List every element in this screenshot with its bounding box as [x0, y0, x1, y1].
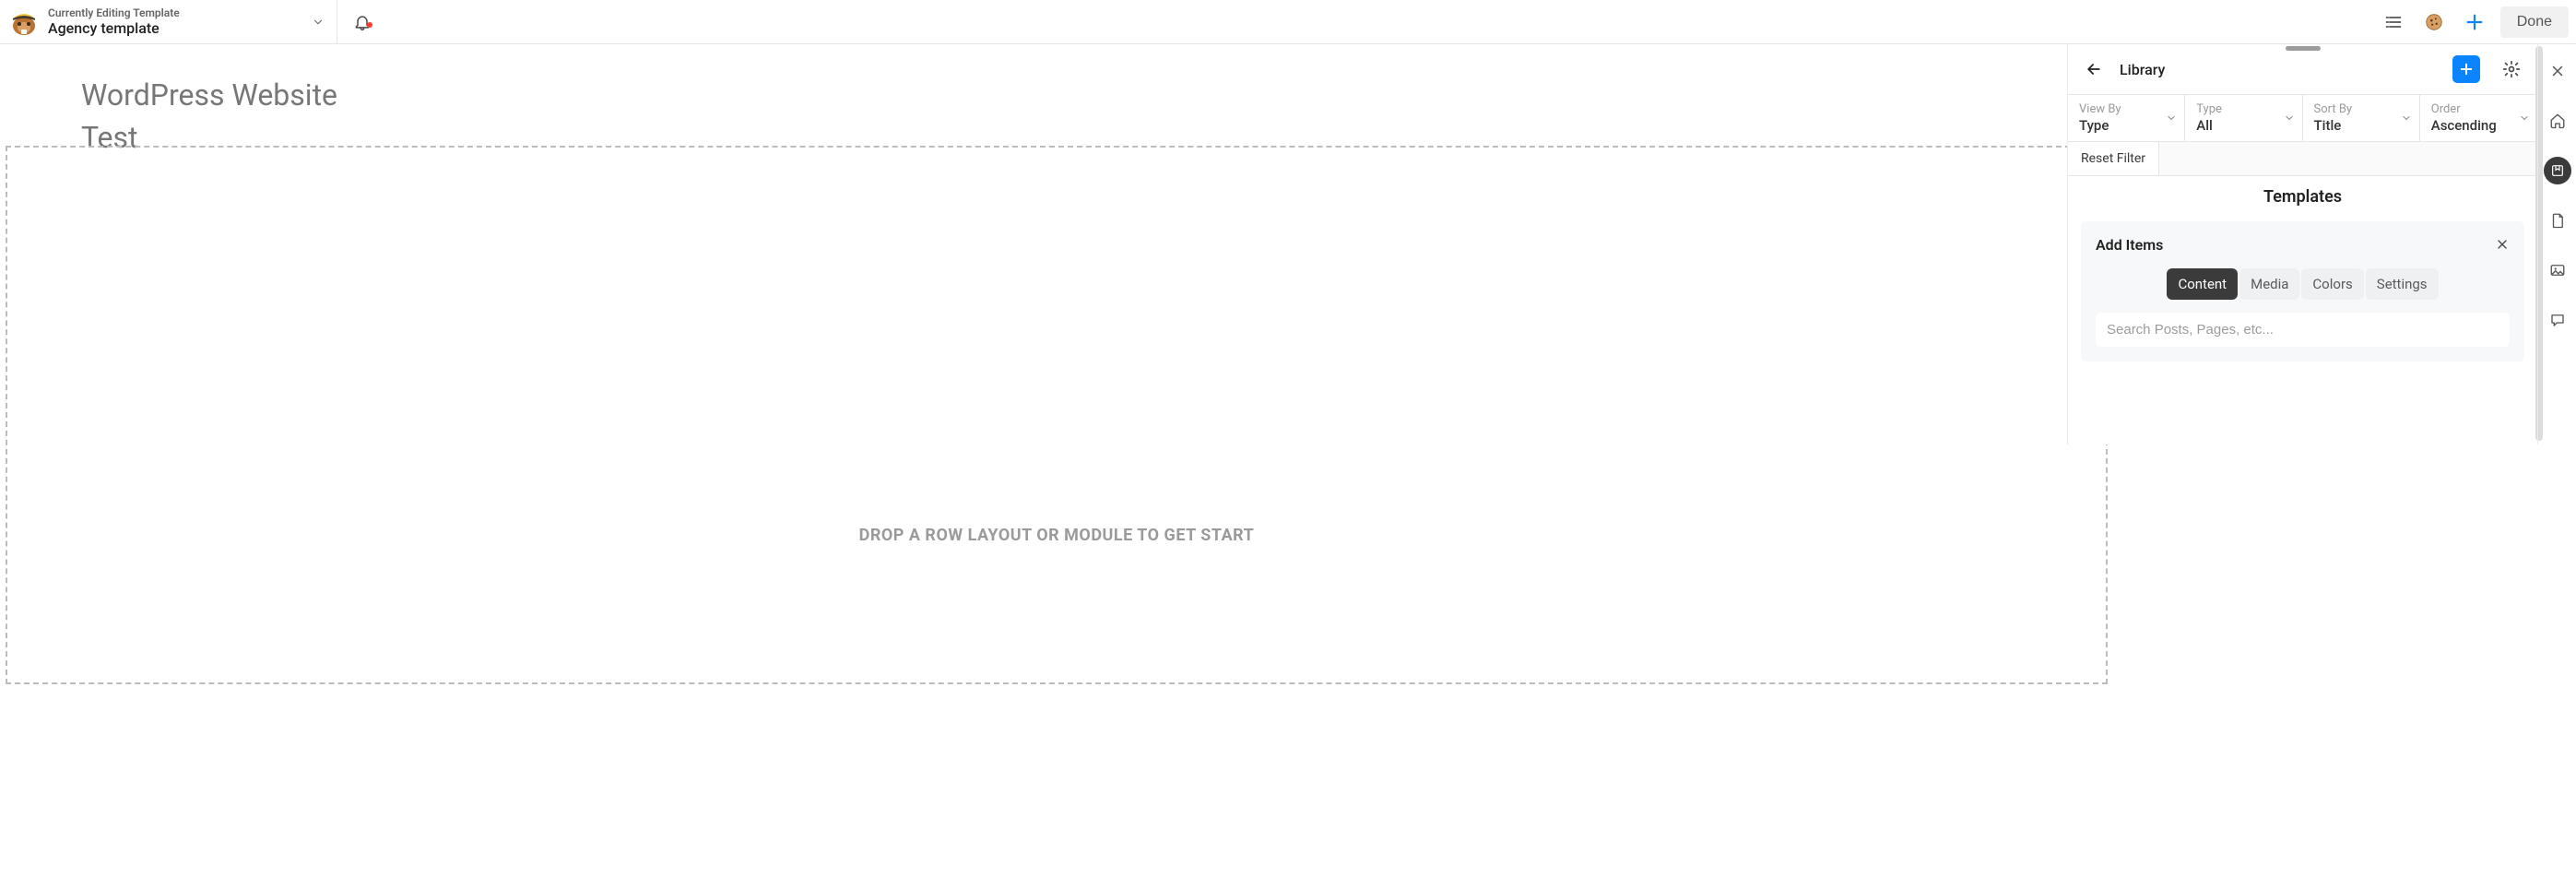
drop-zone-text: DROP A ROW LAYOUT OR MODULE TO GET START	[859, 286, 1255, 545]
filter-value: Type	[2079, 117, 2173, 134]
chevron-down-icon	[2519, 113, 2530, 124]
template-info[interactable]: Currently Editing Template Agency templa…	[48, 6, 180, 38]
chevron-down-icon	[2166, 113, 2177, 124]
filter-label: View By	[2079, 102, 2173, 117]
add-items-tabs: Content Media Colors Settings	[2096, 268, 2510, 300]
filter-value: All	[2196, 117, 2290, 134]
close-icon	[2549, 63, 2566, 79]
library-title: Library	[2120, 61, 2440, 78]
tab-media[interactable]: Media	[2239, 268, 2299, 300]
library-header: Library	[2068, 44, 2537, 94]
filter-value: Title	[2314, 117, 2408, 134]
top-bar-right: Done	[2379, 6, 2576, 38]
done-button[interactable]: Done	[2500, 6, 2569, 38]
close-panel-button[interactable]	[2544, 57, 2571, 85]
beaver-logo[interactable]	[7, 6, 41, 39]
library-settings-button[interactable]	[2499, 56, 2524, 82]
editing-template-label: Currently Editing Template	[48, 6, 180, 19]
add-items-search-input[interactable]	[2096, 313, 2510, 347]
nav-library[interactable]	[2544, 157, 2571, 184]
add-items-close-button[interactable]	[2495, 237, 2510, 252]
add-items-title: Add Items	[2096, 236, 2163, 254]
filter-order[interactable]: Order Ascending	[2420, 95, 2537, 141]
reset-row: Reset Filter	[2068, 142, 2537, 176]
comment-icon	[2549, 312, 2566, 328]
plus-icon	[2464, 12, 2485, 32]
drop-zone[interactable]: DROP A ROW LAYOUT OR MODULE TO GET START	[6, 146, 2108, 684]
gear-icon	[2502, 60, 2521, 78]
main-area: WordPress Website Test DROP A ROW LAYOUT…	[0, 44, 2576, 444]
nav-comments[interactable]	[2544, 306, 2571, 334]
top-bar: Currently Editing Template Agency templa…	[0, 0, 2576, 44]
chevron-down-icon	[2401, 113, 2412, 124]
templates-section: Templates Add Items Content Media Colors…	[2068, 176, 2537, 444]
add-content-button[interactable]	[2460, 7, 2489, 37]
home-icon	[2549, 113, 2566, 129]
filter-type[interactable]: Type All	[2185, 95, 2302, 141]
add-items-card: Add Items Content Media Colors Settings	[2081, 221, 2524, 362]
nav-document[interactable]	[2544, 207, 2571, 234]
cookie-icon	[2424, 12, 2444, 32]
filter-view-by[interactable]: View By Type	[2068, 95, 2185, 141]
right-nav	[2537, 44, 2576, 444]
notifications-button[interactable]	[337, 13, 387, 31]
reset-filter-button[interactable]: Reset Filter	[2068, 142, 2159, 175]
library-add-button[interactable]	[2452, 55, 2480, 83]
outline-icon	[2384, 13, 2403, 31]
image-icon	[2549, 262, 2566, 279]
add-items-header: Add Items	[2096, 236, 2510, 254]
library-back-button[interactable]	[2081, 56, 2107, 82]
tab-colors[interactable]: Colors	[2301, 268, 2363, 300]
filter-label: Type	[2196, 102, 2290, 117]
tab-content[interactable]: Content	[2167, 268, 2238, 300]
nav-media[interactable]	[2544, 256, 2571, 284]
bookmark-box-icon	[2550, 163, 2565, 178]
template-dropdown-toggle[interactable]	[300, 16, 337, 29]
filter-value: Ascending	[2431, 117, 2526, 134]
library-panel: Library View By Type Type All Sort By Ti…	[2067, 44, 2537, 444]
templates-heading: Templates	[2081, 187, 2524, 207]
nav-home[interactable]	[2544, 107, 2571, 135]
chevron-down-icon	[312, 16, 325, 29]
filter-label: Sort By	[2314, 102, 2408, 117]
filter-sort-by[interactable]: Sort By Title	[2303, 95, 2420, 141]
cookie-button[interactable]	[2419, 7, 2449, 37]
plus-icon	[2458, 61, 2475, 77]
close-icon	[2495, 237, 2510, 252]
panel-drag-handle[interactable]	[2286, 46, 2321, 51]
filter-row: View By Type Type All Sort By Title Orde…	[2068, 94, 2537, 142]
top-bar-left: Currently Editing Template Agency templa…	[0, 6, 337, 39]
outline-button[interactable]	[2379, 7, 2408, 37]
template-name: Agency template	[48, 19, 180, 37]
document-icon	[2549, 212, 2566, 229]
tab-settings[interactable]: Settings	[2366, 268, 2439, 300]
arrow-left-icon	[2085, 60, 2103, 78]
notification-dot	[367, 22, 372, 28]
chevron-down-icon	[2284, 113, 2295, 124]
filter-label: Order	[2431, 102, 2526, 117]
